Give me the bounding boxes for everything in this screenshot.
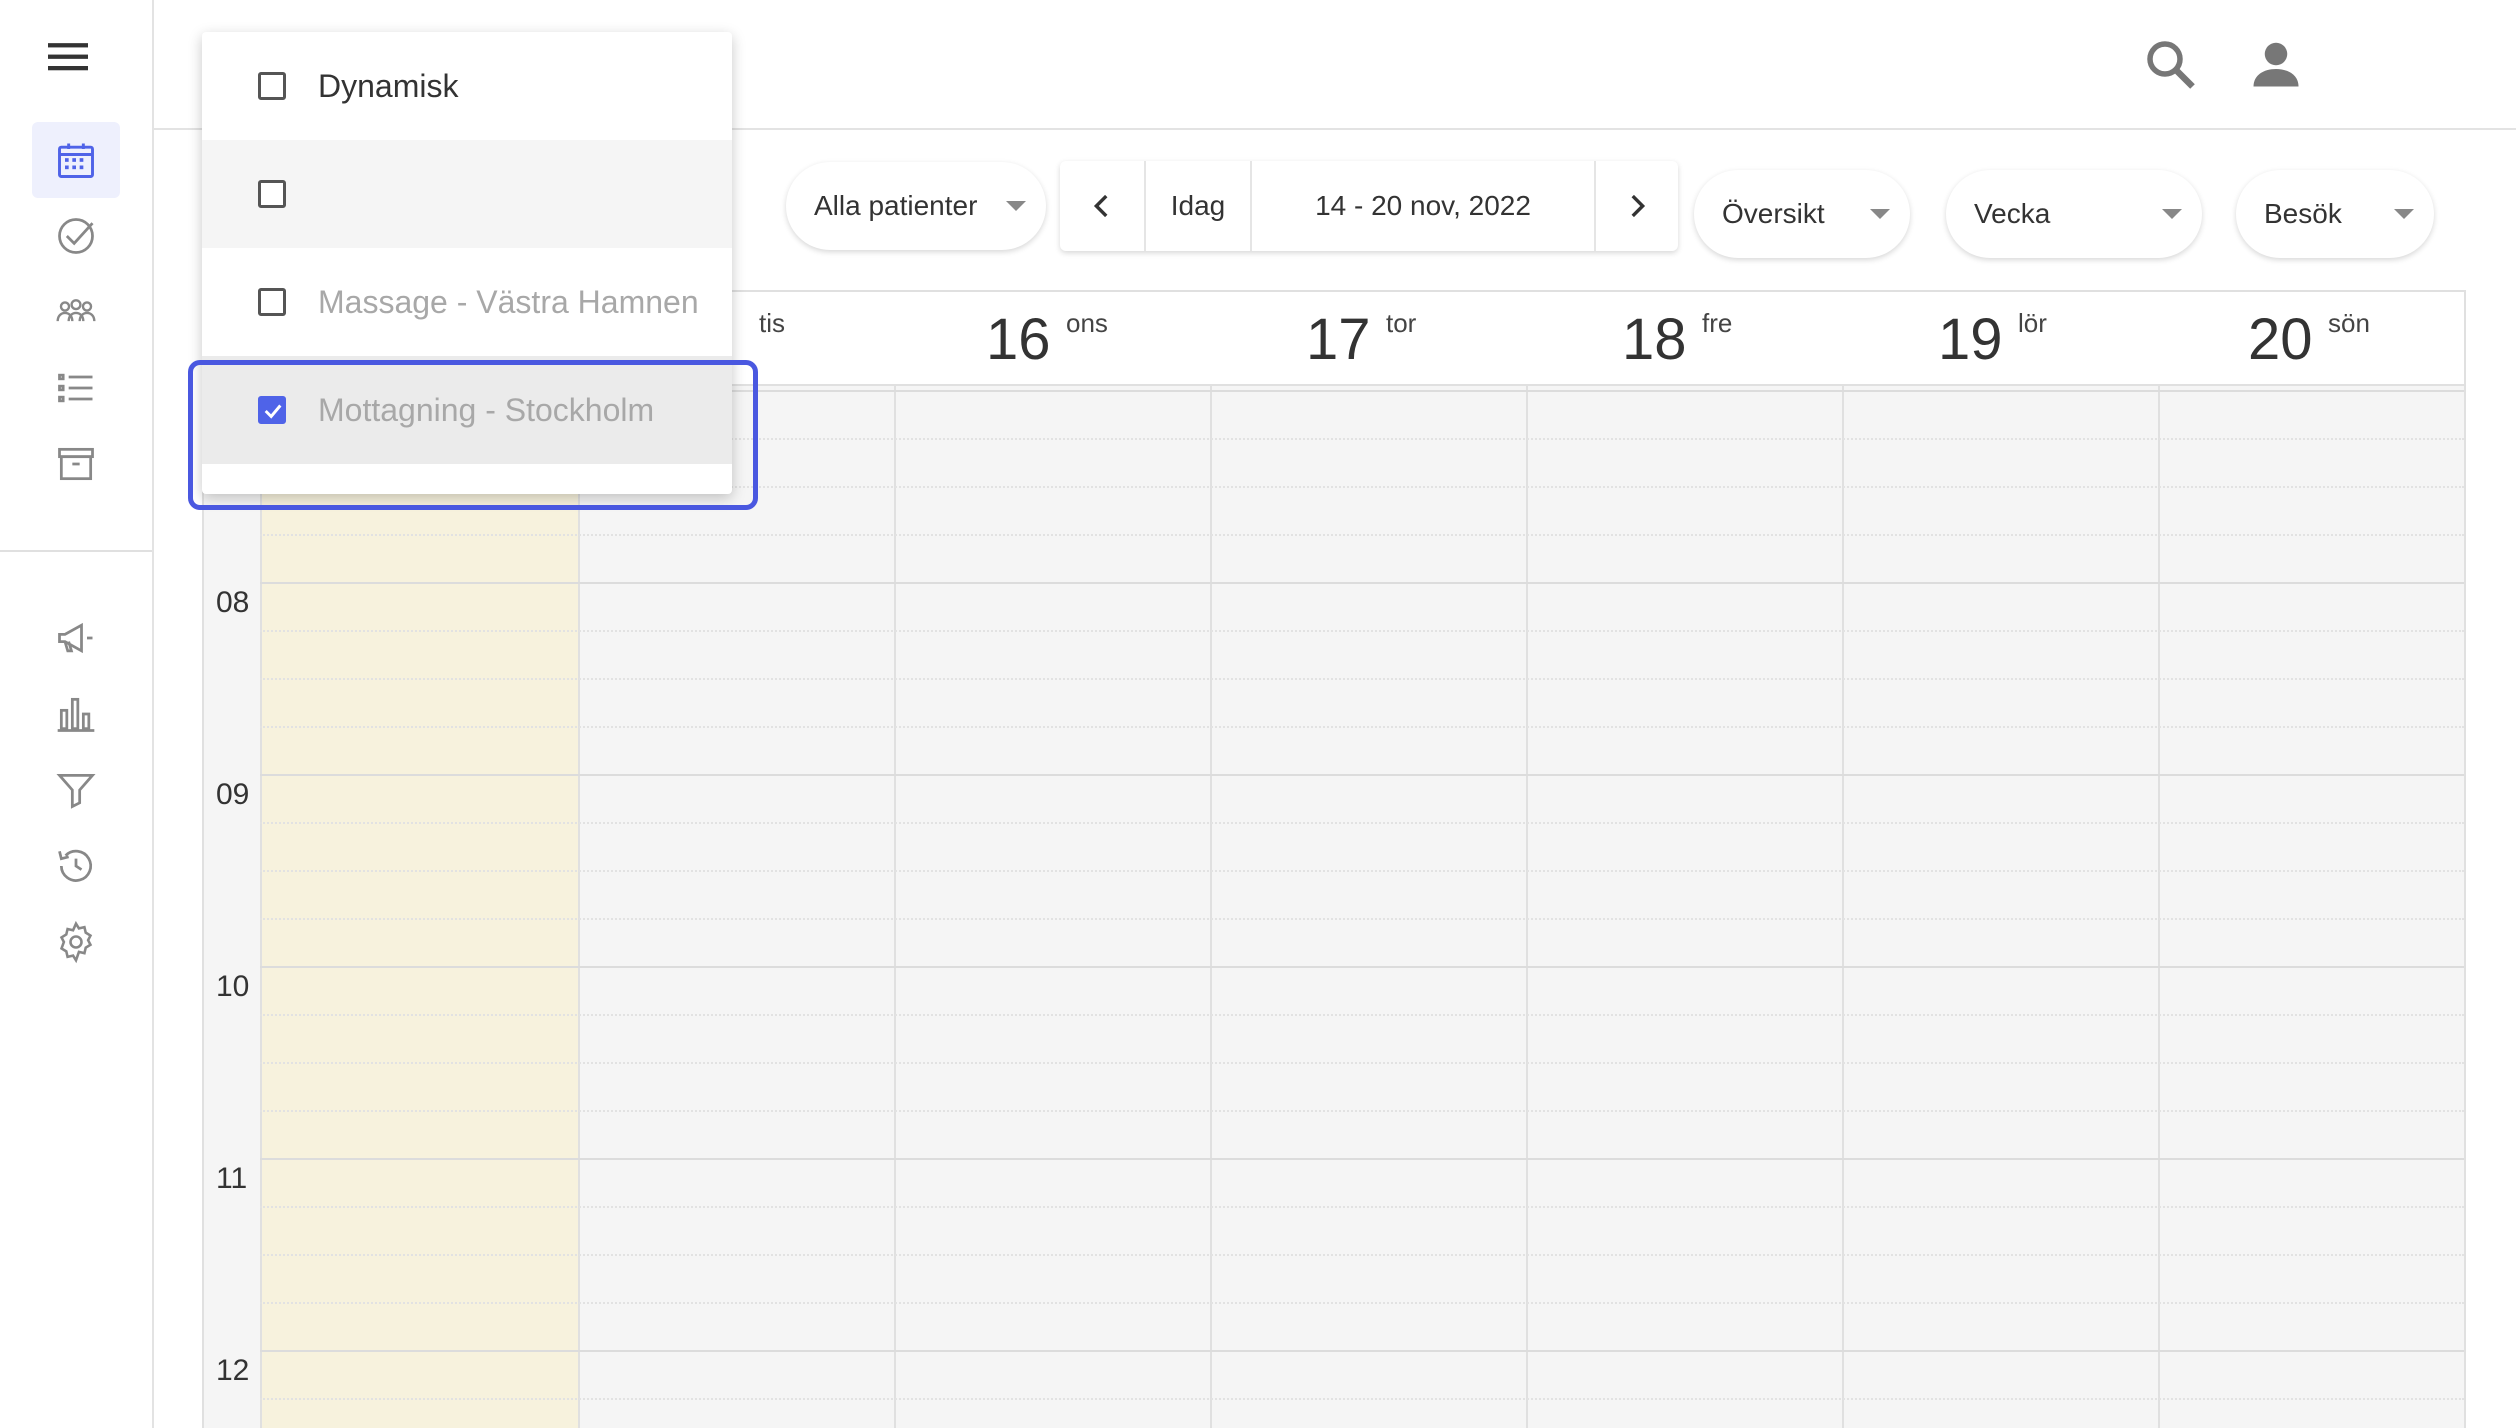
checkbox-unchecked[interactable] — [258, 72, 286, 100]
day-name: ons — [1066, 308, 1108, 338]
chevron-left-icon — [1093, 194, 1108, 218]
chevron-down-icon — [1870, 209, 1890, 219]
day-name: tis — [759, 308, 785, 338]
next-week-button[interactable] — [1596, 161, 1678, 251]
dropdown-option[interactable]: Massage - Västra Hamnen — [202, 248, 732, 356]
hour-label: 11 — [216, 1162, 248, 1195]
hour-line — [260, 582, 2464, 584]
day-name: lör — [2018, 308, 2047, 338]
list-icon[interactable] — [32, 350, 120, 426]
hour-label: 10 — [216, 970, 250, 1003]
quarter-hour-line — [260, 726, 2464, 728]
quarter-hour-line — [260, 1014, 2464, 1016]
period-select-value: Vecka — [1974, 198, 2051, 229]
hamburger-menu-icon[interactable] — [48, 40, 104, 84]
checkbox-unchecked[interactable] — [258, 180, 286, 208]
checkbox-unchecked[interactable] — [258, 288, 286, 316]
day-column-divider — [1842, 292, 1844, 1428]
day-number: 19 — [1938, 307, 2003, 372]
calendar-icon[interactable] — [32, 122, 120, 198]
day-column-divider — [2158, 292, 2160, 1428]
hour-label: 08 — [216, 586, 250, 619]
date-navigation: Idag 14 - 20 nov, 2022 — [1060, 161, 1678, 251]
quarter-hour-line — [260, 1062, 2464, 1064]
hour-line — [260, 1158, 2464, 1160]
dropdown-option-label: Dynamisk — [318, 67, 459, 104]
dropdown-option[interactable] — [202, 140, 732, 248]
hour-label: 12 — [216, 1354, 250, 1387]
hour-label: 09 — [216, 778, 250, 811]
date-range-display[interactable]: 14 - 20 nov, 2022 — [1252, 161, 1596, 251]
quarter-hour-line — [260, 1254, 2464, 1256]
check-circle-icon[interactable] — [32, 198, 120, 274]
quarter-hour-line — [260, 1302, 2464, 1304]
sidebar — [0, 0, 154, 1428]
today-column-highlight — [262, 386, 578, 1428]
day-name: tor — [1386, 308, 1417, 338]
quarter-hour-line — [260, 630, 2464, 632]
quarter-hour-line — [260, 1206, 2464, 1208]
day-name: sön — [2328, 308, 2370, 338]
chevron-right-icon — [1631, 194, 1646, 218]
hour-line — [260, 774, 2464, 776]
date-range-label: 14 - 20 nov, 2022 — [1315, 190, 1531, 221]
quarter-hour-line — [260, 1398, 2464, 1400]
megaphone-icon[interactable] — [32, 600, 120, 676]
hour-line — [260, 1350, 2464, 1352]
type-select-value: Besök — [2264, 198, 2342, 229]
bar-chart-icon[interactable] — [32, 676, 120, 752]
type-select[interactable]: Besök — [2236, 170, 2434, 258]
day-number: 18 — [1622, 307, 1687, 372]
quarter-hour-line — [260, 534, 2464, 536]
period-select[interactable]: Vecka — [1946, 170, 2202, 258]
day-name: fre — [1702, 308, 1733, 338]
hour-line — [260, 966, 2464, 968]
day-number: 16 — [986, 307, 1051, 372]
prev-week-button[interactable] — [1060, 161, 1146, 251]
view-select-value: Översikt — [1722, 198, 1825, 229]
account-icon[interactable] — [2246, 34, 2306, 94]
history-icon[interactable] — [32, 828, 120, 904]
chevron-down-icon — [2394, 209, 2414, 219]
quarter-hour-line — [260, 678, 2464, 680]
patients-select[interactable]: Alla patienter — [786, 162, 1046, 250]
today-button[interactable]: Idag — [1146, 161, 1252, 251]
selection-highlight-frame — [188, 360, 758, 510]
filter-icon[interactable] — [32, 752, 120, 828]
chevron-down-icon — [1006, 201, 1026, 211]
dropdown-option[interactable]: Dynamisk — [202, 32, 732, 140]
day-number: 17 — [1306, 307, 1371, 372]
quarter-hour-line — [260, 1110, 2464, 1112]
day-column-divider — [1210, 292, 1212, 1428]
view-select[interactable]: Översikt — [1694, 170, 1910, 258]
sidebar-divider — [0, 550, 152, 552]
archive-icon[interactable] — [32, 426, 120, 502]
quarter-hour-line — [260, 918, 2464, 920]
day-column-divider — [1526, 292, 1528, 1428]
quarter-hour-line — [260, 822, 2464, 824]
people-group-icon[interactable] — [32, 274, 120, 350]
settings-gear-icon[interactable] — [32, 904, 120, 980]
day-column-divider — [894, 292, 896, 1428]
quarter-hour-line — [260, 870, 2464, 872]
day-number: 20 — [2248, 307, 2313, 372]
chevron-down-icon — [2162, 209, 2182, 219]
dropdown-option-label: Massage - Västra Hamnen — [318, 283, 699, 320]
patients-select-value: Alla patienter — [814, 190, 978, 221]
today-button-label: Idag — [1170, 190, 1226, 221]
search-icon[interactable] — [2140, 34, 2200, 94]
